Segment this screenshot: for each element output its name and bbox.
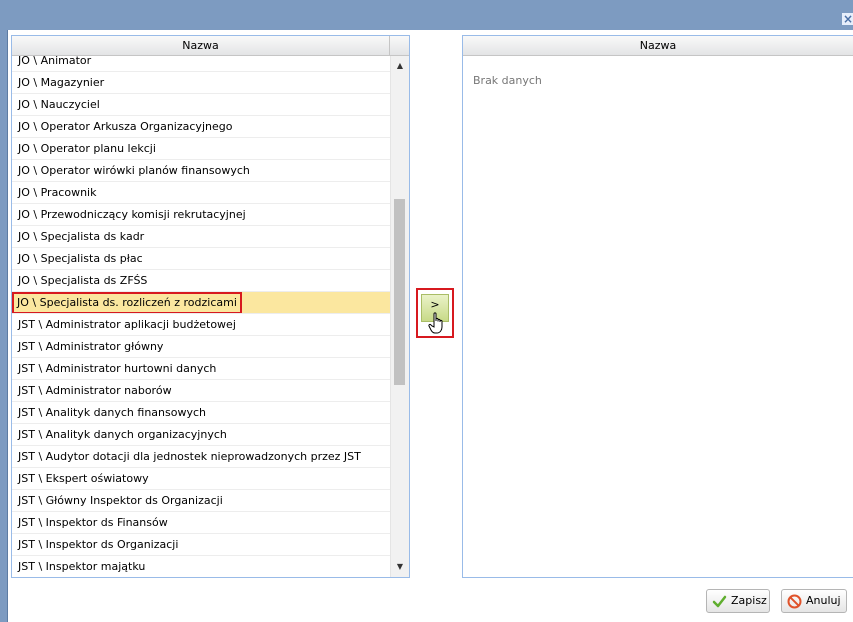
list-item-label: JST \ Inspektor ds Finansów [18,516,168,529]
list-item[interactable]: JO \ Specjalista ds płac [12,248,390,270]
list-item-label: JO \ Specjalista ds. rozliczeń z rodzica… [12,292,242,313]
list-item[interactable]: JO \ Specjalista ds ZFŚS [12,270,390,292]
list-item[interactable]: JST \ Administrator hurtowni danych [12,358,390,380]
save-button[interactable]: Zapisz [706,589,770,613]
no-entry-icon [787,594,802,609]
available-roles-grid: Nazwa JO \ Animator JO \ Magazynier JO \ N… [11,35,410,578]
list-item-label: JO \ Operator wirówki planów finansowych [18,164,250,177]
list-item-label: JO \ Specjalista ds kadr [18,230,145,243]
list-item-label: JST \ Analityk danych organizacyjnych [18,428,227,441]
checkmark-icon [712,595,727,608]
column-header-nazwa-right[interactable]: Nazwa [463,36,853,55]
list-item[interactable]: JST \ Audytor dotacji dla jednostek niep… [12,446,390,468]
list-item[interactable]: JST \ Administrator główny [12,336,390,358]
triangle-down-icon[interactable]: ▼ [391,559,409,575]
save-button-label: Zapisz [731,594,767,607]
list-item-label: JST \ Administrator aplikacji budżetowej [18,318,236,331]
available-roles-rows: JO \ Animator JO \ Magazynier JO \ Nauczyc… [12,56,390,577]
list-item-label: JO \ Nauczyciel [18,98,100,111]
list-item-label: JO \ Magazynier [18,76,105,89]
list-item-label: JST \ Administrator hurtowni danych [18,362,217,375]
list-item[interactable]: JST \ Ekspert oświatowy [12,468,390,490]
list-item[interactable]: JO \ Pracownik [12,182,390,204]
list-item[interactable]: JO \ Przewodniczący komisji rekrutacyjne… [12,204,390,226]
list-item-label: JO \ Pracownik [18,186,97,199]
list-item[interactable]: JO \ Operator Arkusza Organizacyjnego [12,116,390,138]
vertical-scrollbar[interactable]: ▲ ▼ [390,56,409,577]
list-item-label: JST \ Analityk danych finansowych [18,406,207,419]
list-item-label: JO \ Przewodniczący komisji rekrutacyjne… [18,208,246,221]
triangle-up-icon[interactable]: ▲ [391,58,409,74]
list-item-label: JO \ Operator Arkusza Organizacyjnego [18,120,233,133]
list-item-label: JO \ Specjalista ds płac [18,252,143,265]
assigned-roles-header: Nazwa [463,36,853,56]
hand-pointer-icon [428,312,443,334]
list-item-label: JST \ Audytor dotacji dla jednostek niep… [18,450,361,463]
list-item[interactable]: JO \ Nauczyciel [12,94,390,116]
list-item[interactable]: JO \ Operator wirówki planów finansowych [12,160,390,182]
list-item[interactable]: JO \ Magazynier [12,72,390,94]
window-titlebar: × [0,0,853,30]
window-left-border-line [7,30,8,622]
cancel-button[interactable]: Anuluj [781,589,847,613]
list-item-selected[interactable]: JO \ Specjalista ds. rozliczeń z rodzica… [12,292,390,314]
list-item[interactable]: JST \ Inspektor ds Finansów [12,512,390,534]
available-roles-header: Nazwa [12,36,409,56]
window-left-border [0,30,8,622]
column-header-nazwa[interactable]: Nazwa [12,36,390,55]
list-item[interactable]: JST \ Główny Inspektor ds Organizacji [12,490,390,512]
list-item[interactable]: JST \ Analityk danych organizacyjnych [12,424,390,446]
empty-list-message: Brak danych [473,74,542,87]
scrollbar-thumb[interactable] [394,199,405,385]
list-item-label: JST \ Główny Inspektor ds Organizacji [18,494,223,507]
list-item[interactable]: JST \ Administrator naborów [12,380,390,402]
list-item-label: JO \ Animator [18,56,92,67]
list-item-label: JO \ Operator planu lekcji [18,142,156,155]
list-item-label: JO \ Specjalista ds ZFŚS [18,274,148,287]
list-item-label: JST \ Administrator główny [18,340,164,353]
list-item-label: JST \ Inspektor majątku [18,560,146,573]
list-item-label: JST \ Administrator naborów [18,384,172,397]
assigned-roles-grid: Nazwa Brak danych [462,35,853,578]
list-item[interactable]: JST \ Inspektor majątku [12,556,390,577]
close-icon[interactable]: × [842,13,853,25]
list-item[interactable]: JST \ Inspektor ds Organizacji [12,534,390,556]
list-item[interactable]: JO \ Specjalista ds kadr [12,226,390,248]
list-item[interactable]: JO \ Animator [12,56,390,72]
list-item[interactable]: JO \ Operator planu lekcji [12,138,390,160]
available-roles-list: JO \ Animator JO \ Magazynier JO \ Nauczyc… [12,56,390,577]
list-item[interactable]: JST \ Analityk danych finansowych [12,402,390,424]
cancel-button-label: Anuluj [806,594,841,607]
list-item-label: JST \ Ekspert oświatowy [18,472,149,485]
list-item-label: JST \ Inspektor ds Organizacji [18,538,179,551]
list-item[interactable]: JST \ Administrator aplikacji budżetowej [12,314,390,336]
